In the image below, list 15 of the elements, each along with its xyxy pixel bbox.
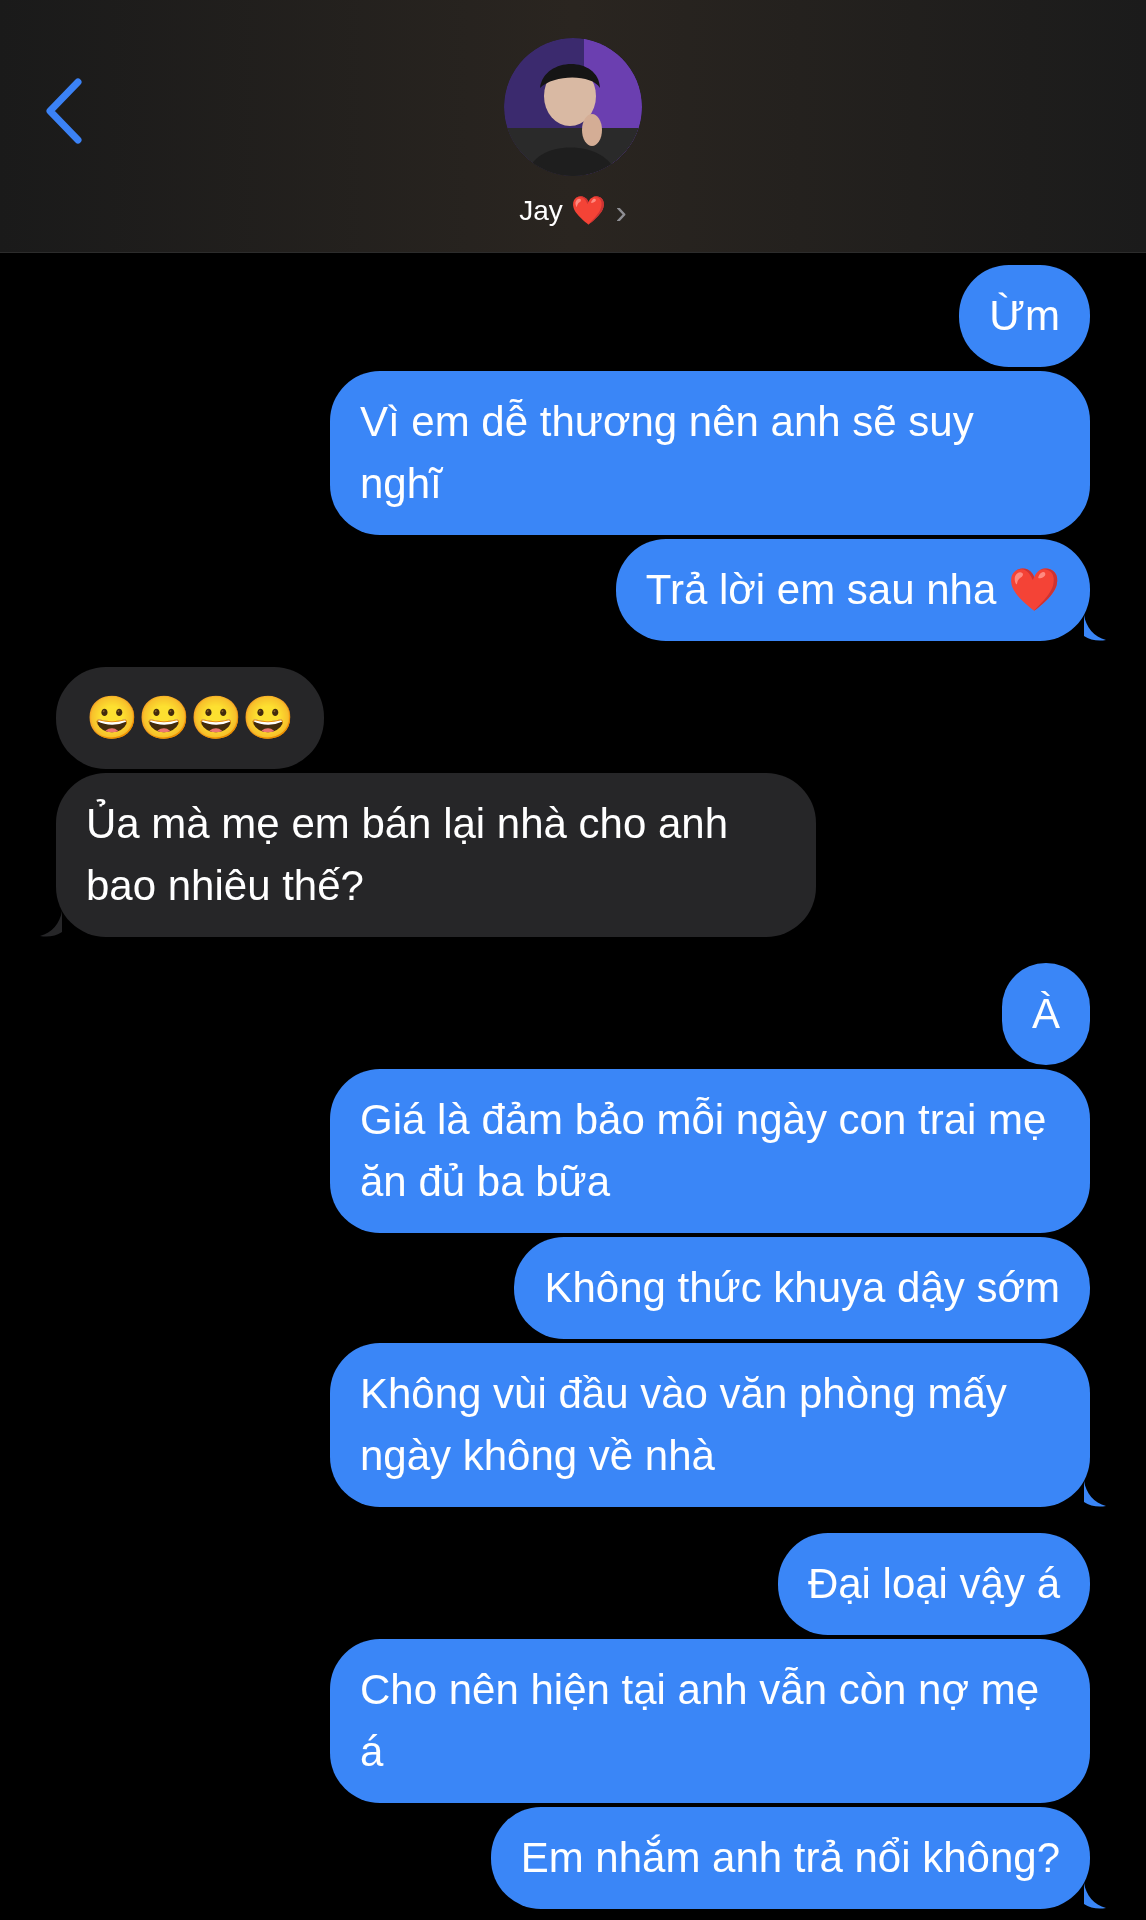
back-icon[interactable] [44, 78, 84, 144]
sent-message-bubble: Đại loại vậy á [777, 1533, 1090, 1635]
sent-message-bubble: Giá là đảm bảo mỗi ngày con trai mẹ ăn đủ ba bữa [330, 1069, 1090, 1233]
chevron-icon[interactable]: › [615, 194, 627, 228]
sent-message-bubble: Vì em dễ thương nên anh sẽ suy nghĩ [330, 371, 1090, 535]
bubble-tail-icon [1084, 1481, 1106, 1507]
contact-name[interactable]: Jay ❤ [519, 190, 606, 232]
bubble-tail-icon [1084, 615, 1106, 641]
sent-message-bubble: Cho nên hiện tại anh vẫn còn nợ mẹ á [330, 1639, 1090, 1803]
sent-message-bubble: Không thức khuya dậy sớm [514, 1237, 1090, 1339]
sent-message-bubble: Ừm [959, 265, 1090, 367]
bubble-tail-icon [40, 911, 62, 937]
bubble-tail-icon [1084, 1883, 1106, 1909]
sent-message-bubble: À [1002, 963, 1090, 1065]
received-message-bubble: 😀😀😀😀 [56, 667, 324, 769]
